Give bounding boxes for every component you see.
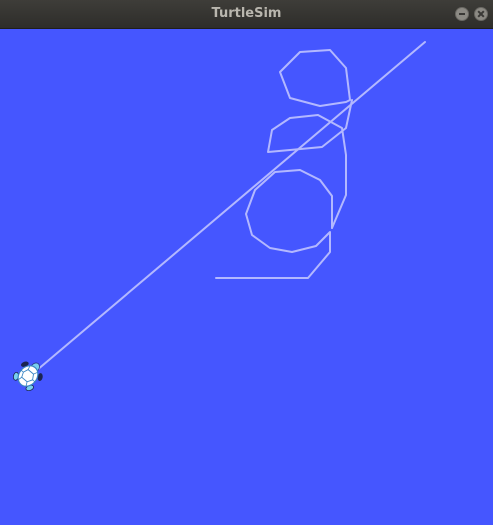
turtlesim-window: TurtleSim — [0, 0, 493, 525]
title-bar[interactable]: TurtleSim — [0, 0, 493, 29]
turtle-canvas — [0, 29, 493, 525]
drawing-surface — [0, 29, 493, 525]
minimize-button[interactable] — [455, 7, 469, 21]
close-button[interactable] — [474, 7, 488, 21]
minimize-icon — [459, 13, 465, 15]
window-title: TurtleSim — [211, 6, 282, 21]
